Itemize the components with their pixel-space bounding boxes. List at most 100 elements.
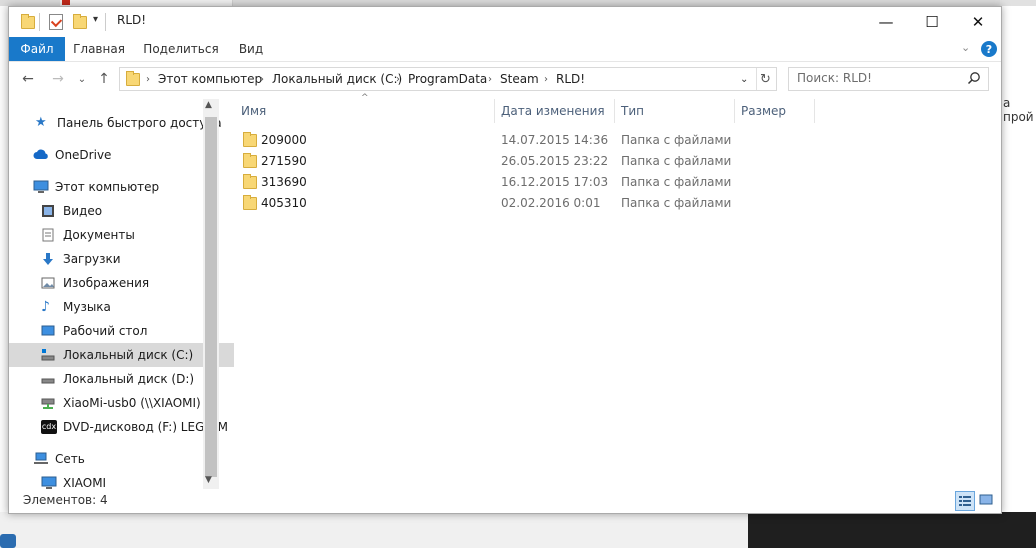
scroll-down-icon[interactable]: ▼ bbox=[205, 475, 212, 485]
sort-ascending-icon: ^ bbox=[361, 93, 369, 103]
column-header-name[interactable]: Имя bbox=[241, 99, 266, 123]
file-date: 26.05.2015 23:22 bbox=[501, 153, 609, 168]
ribbon-divider bbox=[9, 61, 1001, 62]
breadcrumb-steam[interactable]: Steam bbox=[500, 68, 539, 90]
column-header-date[interactable]: Дата изменения bbox=[501, 99, 605, 123]
column-header-type[interactable]: Тип bbox=[621, 99, 644, 123]
background-window-right-lower bbox=[1000, 118, 1036, 516]
scrollbar-thumb[interactable] bbox=[205, 117, 217, 477]
search-icon[interactable] bbox=[967, 71, 981, 88]
breadcrumb-separator-icon[interactable]: › bbox=[260, 68, 264, 90]
music-icon: ♪ bbox=[41, 299, 50, 315]
drive-icon bbox=[41, 348, 57, 362]
nav-item-label: Локальный диск (D:) bbox=[63, 372, 195, 386]
close-button[interactable]: ✕ bbox=[955, 7, 1001, 37]
details-view-icon[interactable] bbox=[955, 491, 975, 511]
nav-this-pc[interactable]: Этот компьютер bbox=[9, 175, 226, 199]
tab-share[interactable]: Поделиться bbox=[137, 37, 225, 61]
title-bar: ▾ RLD! — ☐ ✕ bbox=[9, 7, 1001, 37]
divider bbox=[39, 13, 40, 31]
column-divider[interactable] bbox=[494, 99, 495, 123]
folder-icon bbox=[243, 132, 257, 147]
folder-icon bbox=[243, 195, 257, 210]
nav-item-label: Рабочий стол bbox=[63, 324, 148, 338]
breadcrumb-separator-icon[interactable]: › bbox=[396, 68, 400, 90]
breadcrumb-separator-icon[interactable]: › bbox=[544, 68, 548, 90]
nav-item-label: Изображения bbox=[63, 276, 150, 290]
file-row[interactable]: 405310 02.02.2016 0:01 Папка с файлами bbox=[235, 192, 735, 213]
desktop-icon bbox=[41, 324, 57, 338]
up-button[interactable]: ↑ bbox=[93, 69, 115, 89]
network-drive-icon bbox=[41, 396, 57, 410]
nav-onedrive[interactable]: OneDrive bbox=[9, 143, 226, 167]
background-tab-icon bbox=[62, 0, 70, 5]
background-snippet: а прой bbox=[1003, 96, 1034, 124]
breadcrumb-programdata[interactable]: ProgramData bbox=[408, 68, 487, 90]
search-input[interactable]: Поиск: RLD! bbox=[797, 71, 872, 85]
nav-item-label: XIAOMI bbox=[63, 476, 107, 490]
column-divider[interactable] bbox=[814, 99, 815, 123]
tab-view[interactable]: Вид bbox=[231, 37, 271, 61]
nav-item-label: XiaoMi-usb0 (\\XIAOMI) (E bbox=[63, 396, 217, 410]
file-row[interactable]: 271590 26.05.2015 23:22 Папка с файлами bbox=[235, 150, 735, 171]
minimize-button[interactable]: — bbox=[863, 7, 909, 37]
back-button[interactable]: ← bbox=[17, 69, 39, 89]
customize-quick-access-icon[interactable]: ▾ bbox=[93, 14, 98, 25]
nav-music[interactable]: ♪ Музыка bbox=[9, 295, 234, 319]
tab-home[interactable]: Главная bbox=[69, 37, 129, 61]
file-type: Папка с файлами bbox=[621, 174, 732, 189]
nav-dvd-drive[interactable]: cdx DVD-дисковод (F:) LEGO M bbox=[9, 415, 234, 439]
nav-drive-d[interactable]: Локальный диск (D:) bbox=[9, 367, 234, 391]
background-blue-button[interactable] bbox=[0, 534, 16, 548]
nav-item-label: Локальный диск (C:) bbox=[63, 348, 194, 362]
nav-desktop[interactable]: Рабочий стол bbox=[9, 319, 234, 343]
address-bar[interactable]: › Этот компьютер › Локальный диск (C:) ›… bbox=[119, 67, 777, 91]
breadcrumb-rld[interactable]: RLD! bbox=[556, 68, 585, 90]
breadcrumb-separator-icon[interactable]: › bbox=[146, 68, 150, 90]
nav-pictures[interactable]: Изображения bbox=[9, 271, 234, 295]
window-title: RLD! bbox=[117, 13, 147, 27]
breadcrumb-this-pc[interactable]: Этот компьютер bbox=[158, 68, 262, 90]
folder-icon bbox=[126, 71, 140, 86]
nav-item-label: Загрузки bbox=[63, 252, 121, 266]
scroll-up-icon[interactable]: ▲ bbox=[205, 100, 212, 110]
forward-button[interactable]: → bbox=[47, 69, 69, 89]
divider bbox=[756, 68, 757, 90]
nav-video[interactable]: Видео bbox=[9, 199, 234, 223]
file-name: 209000 bbox=[261, 132, 307, 147]
file-row[interactable]: 209000 14.07.2015 14:36 Папка с файлами bbox=[235, 129, 735, 150]
file-name: 405310 bbox=[261, 195, 307, 210]
nav-downloads[interactable]: Загрузки bbox=[9, 247, 234, 271]
breadcrumb-separator-icon[interactable]: › bbox=[488, 68, 492, 90]
nav-drive-c[interactable]: Локальный диск (C:) bbox=[9, 343, 234, 367]
nav-quick-access[interactable]: ★ Панель быстрого доступа bbox=[9, 111, 228, 135]
new-folder-icon[interactable] bbox=[73, 14, 87, 29]
large-icons-view-icon[interactable] bbox=[977, 491, 995, 509]
nav-network[interactable]: Сеть bbox=[9, 447, 226, 471]
column-divider[interactable] bbox=[734, 99, 735, 123]
breadcrumb-drive-c[interactable]: Локальный диск (C:) bbox=[272, 68, 402, 90]
file-row[interactable]: 313690 16.12.2015 17:03 Папка с файлами bbox=[235, 171, 735, 192]
maximize-button[interactable]: ☐ bbox=[909, 7, 955, 37]
tab-file[interactable]: Файл bbox=[9, 37, 65, 61]
properties-icon[interactable] bbox=[49, 14, 63, 30]
help-icon[interactable]: ? bbox=[981, 41, 997, 57]
refresh-icon[interactable]: ↻ bbox=[760, 68, 771, 90]
drive-icon bbox=[41, 372, 57, 386]
file-date: 02.02.2016 0:01 bbox=[501, 195, 601, 210]
nav-documents[interactable]: Документы bbox=[9, 223, 234, 247]
nav-network-drive[interactable]: XiaoMi-usb0 (\\XIAOMI) (E bbox=[9, 391, 234, 415]
file-type: Папка с файлами bbox=[621, 153, 732, 168]
ribbon: Файл Главная Поделиться Вид ⌄ ? bbox=[9, 37, 1001, 61]
expand-ribbon-icon[interactable]: ⌄ bbox=[961, 41, 970, 54]
column-header-size[interactable]: Размер bbox=[741, 99, 786, 123]
file-type: Папка с файлами bbox=[621, 195, 732, 210]
address-dropdown-icon[interactable]: ⌄ bbox=[740, 68, 748, 90]
nav-xiaomi[interactable]: XIAOMI bbox=[9, 471, 234, 495]
column-divider[interactable] bbox=[614, 99, 615, 123]
search-box[interactable]: Поиск: RLD! bbox=[788, 67, 989, 91]
recent-locations-icon[interactable]: ⌄ bbox=[71, 69, 93, 89]
folder-icon bbox=[243, 153, 257, 168]
background-bottom-panel bbox=[0, 512, 748, 548]
nav-item-label: Музыка bbox=[63, 300, 111, 314]
